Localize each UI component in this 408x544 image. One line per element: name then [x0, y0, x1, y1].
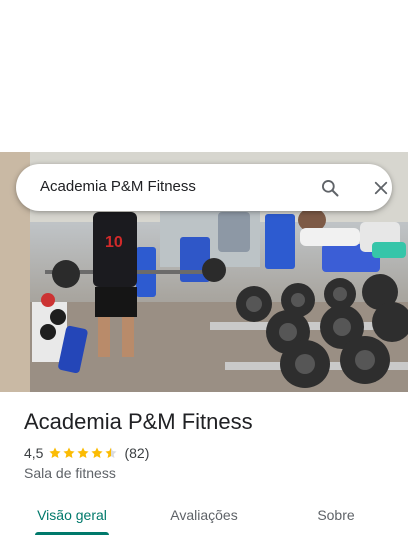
tab-reviews[interactable]: Avaliações	[156, 496, 252, 534]
place-tabs: Visão geral Avaliações Sobre	[0, 496, 408, 544]
star-icon	[77, 447, 90, 459]
tab-overview[interactable]: Visão geral	[24, 496, 120, 534]
star-icon	[91, 447, 104, 459]
svg-text:10: 10	[105, 234, 123, 251]
close-icon[interactable]	[369, 176, 393, 200]
rating-stars	[48, 446, 118, 460]
active-tab-indicator	[35, 532, 109, 535]
review-count[interactable]: (82)	[124, 445, 149, 461]
rating-value: 4,5	[24, 445, 44, 461]
place-title: Academia P&M Fitness	[24, 409, 253, 434]
star-icon	[63, 447, 76, 459]
tab-about[interactable]: Sobre	[300, 496, 372, 534]
rating-row[interactable]: 4,5 (82)	[24, 444, 149, 462]
search-icon[interactable]	[318, 176, 342, 200]
search-bar[interactable]: Academia P&M Fitness	[16, 164, 392, 211]
search-query[interactable]: Academia P&M Fitness	[40, 178, 196, 195]
place-category: Sala de fitness	[24, 465, 116, 481]
star-icon	[49, 447, 62, 459]
star-icon	[105, 447, 118, 459]
